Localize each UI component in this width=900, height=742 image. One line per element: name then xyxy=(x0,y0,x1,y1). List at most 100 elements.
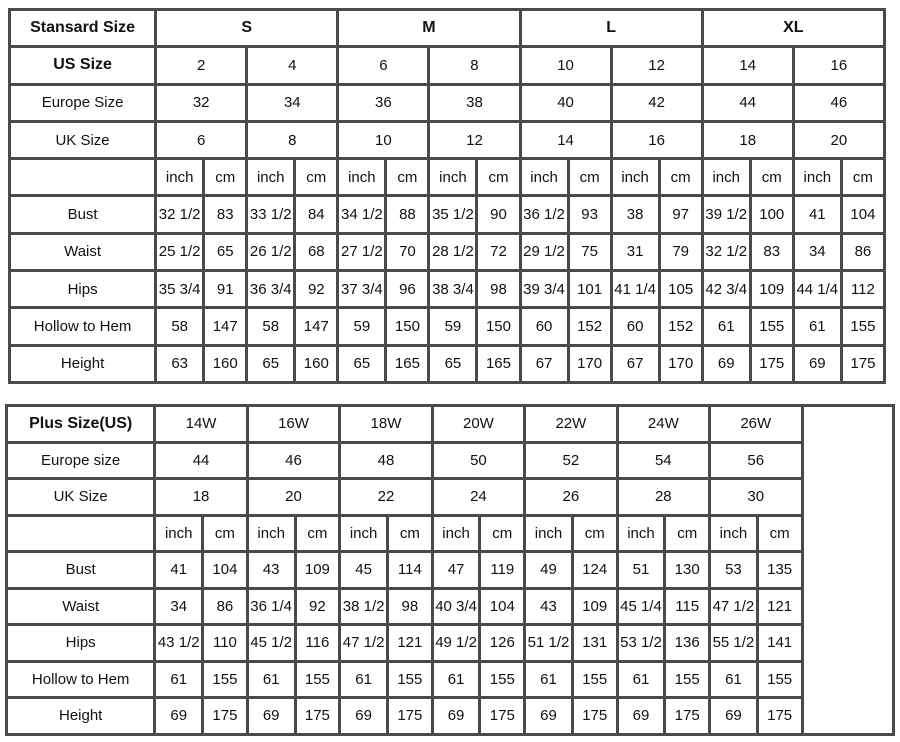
measurement-value: 35 1/2 xyxy=(427,194,479,235)
row-label: US Size xyxy=(7,45,158,86)
measurement-value: 63 xyxy=(154,343,206,384)
measurement-value: 70 xyxy=(384,231,431,273)
size-value: 34 xyxy=(245,82,340,123)
measurement-value: 84 xyxy=(293,194,340,235)
measurement-value: 67 xyxy=(518,343,570,384)
measurement-value: 98 xyxy=(475,269,522,310)
measurement-row: Hips 35 3/4 91 36 3/4 92 37 3/4 96 38 3/4 98 39 3… xyxy=(7,269,887,310)
measurement-value: 115 xyxy=(663,586,712,626)
measurement-value: 65 xyxy=(336,343,388,384)
size-value: 4 xyxy=(245,45,340,86)
measurement-value: 61 xyxy=(338,659,389,699)
measurement-value: 152 xyxy=(657,306,704,347)
size-value: 56 xyxy=(708,440,804,480)
unit-label: cm xyxy=(478,513,527,553)
measurement-value: 90 xyxy=(475,194,522,235)
measurement-value: 150 xyxy=(475,306,522,347)
size-value: 26 xyxy=(523,477,619,517)
measurement-value: 150 xyxy=(384,306,431,347)
measurement-value: 155 xyxy=(201,659,249,699)
size-group-header: XL xyxy=(700,7,887,49)
unit-label: cm xyxy=(384,157,431,198)
size-value: 52 xyxy=(523,440,619,480)
size-value: 30 xyxy=(708,477,804,517)
size-value: 42 xyxy=(609,82,704,123)
measurement-value: 36 1/2 xyxy=(518,194,570,235)
measurement-label: Bust xyxy=(4,550,157,590)
measurement-label: Height xyxy=(4,696,157,736)
plus-size-header: 18W xyxy=(338,404,434,444)
unit-label: inch xyxy=(153,513,205,553)
measurement-value: 39 3/4 xyxy=(518,269,570,310)
unit-label: inch xyxy=(336,157,388,198)
measurement-value: 104 xyxy=(839,194,887,235)
measurement-value: 61 xyxy=(791,306,843,347)
measurement-value: 58 xyxy=(154,306,206,347)
measurement-value: 59 xyxy=(427,306,479,347)
measurement-value: 61 xyxy=(245,659,297,699)
row-label: UK Size xyxy=(4,477,157,517)
size-value: 16 xyxy=(791,45,887,86)
measurement-value: 32 1/2 xyxy=(700,231,752,273)
unit-label: inch xyxy=(427,157,479,198)
measurement-value: 155 xyxy=(663,659,712,699)
empty-label-cell xyxy=(4,513,157,553)
header-label: Plus Size(US) xyxy=(4,404,157,444)
measurement-value: 109 xyxy=(293,550,342,590)
empty-side-cell xyxy=(800,404,895,736)
measurement-value: 43 1/2 xyxy=(153,623,205,663)
measurement-value: 59 xyxy=(336,306,388,347)
unit-label: cm xyxy=(570,513,619,553)
plus-size-header: 24W xyxy=(615,404,712,444)
measurement-value: 28 1/2 xyxy=(427,231,479,273)
measurement-label: Height xyxy=(7,343,158,384)
plus-size-header: 22W xyxy=(523,404,619,444)
measurement-value: 32 1/2 xyxy=(154,194,206,235)
size-row: US Size 2 4 6 8 10 12 14 16 xyxy=(7,45,887,86)
size-group-header: S xyxy=(154,7,340,49)
measurement-row: Hollow to Hem 58 147 58 147 59 150 59 150 60 152 60… xyxy=(7,306,887,347)
size-value: 36 xyxy=(336,82,431,123)
measurement-value: 155 xyxy=(293,659,342,699)
size-group-header: L xyxy=(518,7,704,49)
measurement-value: 69 xyxy=(153,696,205,736)
measurement-value: 92 xyxy=(293,269,340,310)
size-value: 12 xyxy=(609,45,704,86)
measurement-value: 69 xyxy=(708,696,759,736)
measurement-value: 175 xyxy=(748,343,795,384)
unit-label: inch xyxy=(338,513,389,553)
size-value: 8 xyxy=(245,119,340,161)
unit-label: cm xyxy=(385,513,434,553)
size-value: 8 xyxy=(427,45,522,86)
header-label: Stansard Size xyxy=(7,7,158,49)
measurement-value: 175 xyxy=(839,343,887,384)
measurement-value: 69 xyxy=(338,696,389,736)
unit-label: inch xyxy=(523,513,574,553)
measurement-value: 96 xyxy=(384,269,431,310)
measurement-value: 36 3/4 xyxy=(245,269,297,310)
measurement-value: 35 3/4 xyxy=(154,269,206,310)
unit-label: cm xyxy=(293,157,340,198)
measurement-value: 25 1/2 xyxy=(154,231,206,273)
measurement-row: Waist 34 86 36 1/4 92 38 1/2 98 40 3/4 104 43 109 4… xyxy=(4,586,894,626)
plus-size-table: Plus Size(US) 14W 16W 18W 20W 22W 24W 26W Europe… xyxy=(4,404,895,736)
size-value: 20 xyxy=(245,477,342,517)
measurement-value: 147 xyxy=(202,306,249,347)
measurement-value: 83 xyxy=(202,194,249,235)
measurement-value: 109 xyxy=(570,586,619,626)
unit-label: inch xyxy=(708,513,759,553)
measurement-value: 38 1/2 xyxy=(338,586,389,626)
measurement-row: Height 69 175 69 175 69 175 69 175 69 175 69 175 69 17… xyxy=(4,696,894,736)
measurement-value: 61 xyxy=(153,659,205,699)
measurement-value: 36 1/4 xyxy=(245,586,297,626)
measurement-value: 69 xyxy=(791,343,843,384)
measurement-value: 69 xyxy=(430,696,482,736)
measurement-value: 110 xyxy=(201,623,249,663)
size-value: 6 xyxy=(336,45,431,86)
measurement-value: 152 xyxy=(566,306,613,347)
measurement-value: 43 xyxy=(245,550,297,590)
unit-label: inch xyxy=(615,513,667,553)
size-value: 28 xyxy=(615,477,712,517)
measurement-value: 45 xyxy=(338,550,389,590)
measurement-value: 45 1/4 xyxy=(615,586,667,626)
